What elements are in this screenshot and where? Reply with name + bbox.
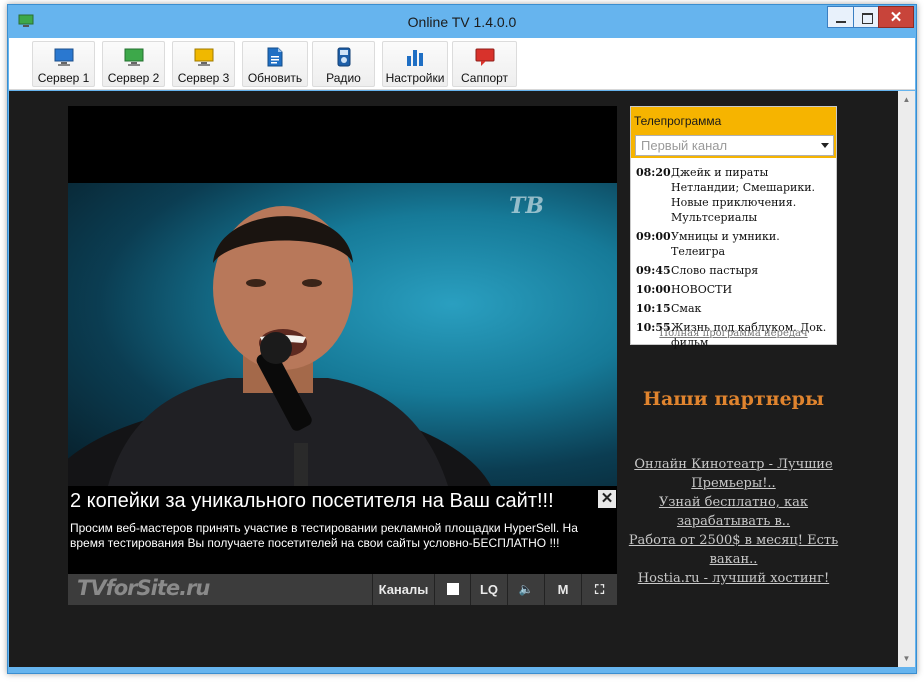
channel-select[interactable]: Первый канал: [635, 135, 834, 156]
ad-title[interactable]: 2 копейки за уникального посетителя на В…: [70, 490, 590, 513]
toolbar: Сервер 1 Сервер 2 Сервер 3 Обновить Ради…: [9, 38, 915, 90]
monitor-blue-icon: [54, 48, 73, 66]
video-player[interactable]: ТВ 2 копейки за уникального посетителя н…: [68, 106, 617, 605]
radio-icon: [337, 47, 350, 67]
channel-select-value: Первый канал: [641, 138, 728, 153]
program-time: 09:00: [636, 230, 671, 243]
tv-program-header: Телепрограмма Первый канал: [631, 107, 836, 158]
program-item: 08:20 Джейк и пираты Нетландии; Смешарики…: [636, 165, 832, 225]
server-3-button[interactable]: Сервер 3: [172, 41, 235, 87]
chevron-down-icon: [821, 143, 829, 148]
partner-link[interactable]: Hostia.ru - лучший хостинг!: [626, 569, 841, 588]
scroll-down-icon[interactable]: ▼: [898, 650, 915, 667]
bar-chart-icon: [407, 50, 423, 66]
program-title: Джейк и пираты Нетландии; Смешарики. Нов…: [671, 166, 816, 224]
program-title: Умницы и умники. Телеигра: [671, 230, 780, 258]
server-1-label: Сервер 1: [37, 71, 90, 85]
program-item: 10:15 Смак: [636, 301, 832, 316]
server-2-button[interactable]: Сервер 2: [102, 41, 165, 87]
program-item: 09:45 Слово пастыря: [636, 263, 832, 278]
monitor-yellow-icon: [194, 48, 213, 66]
monitor-green-icon: [124, 48, 143, 66]
maximize-button[interactable]: [853, 6, 879, 28]
stop-icon: [446, 583, 459, 596]
program-title: Смак: [671, 302, 702, 315]
partner-link[interactable]: Узнай бесплатно, как зарабатывать в..: [626, 493, 841, 531]
channel-logo: ТВ: [509, 193, 544, 219]
program-time: 10:15: [636, 302, 671, 315]
settings-label: Настройки: [385, 71, 445, 85]
partners-title: Наши партнеры: [643, 388, 824, 410]
support-label: Саппорт: [460, 71, 509, 85]
server-2-label: Сервер 2: [107, 71, 160, 85]
vertical-scrollbar[interactable]: ▲ ▼: [898, 91, 915, 667]
singer-video-image: [68, 206, 491, 486]
ad-description[interactable]: Просим веб-мастеров принять участие в те…: [70, 521, 600, 551]
program-item: 10:00 НОВОСТИ: [636, 282, 832, 297]
video-frame[interactable]: ТВ: [68, 183, 617, 486]
program-time: 10:00: [636, 283, 671, 296]
tv-program-list: 08:20 Джейк и пираты Нетландии; Смешарики…: [636, 165, 832, 354]
channels-button[interactable]: Каналы: [372, 574, 434, 605]
program-title: НОВОСТИ: [671, 283, 733, 296]
server-3-label: Сервер 3: [177, 71, 230, 85]
tv-program-title: Телепрограмма: [634, 114, 722, 128]
mute-button[interactable]: M: [544, 574, 581, 605]
program-item: 09:00 Умницы и умники. Телеигра: [636, 229, 832, 259]
stop-button[interactable]: [434, 574, 470, 605]
partner-link[interactable]: Работа от 2500$ в месяц! Есть вакан..: [626, 531, 841, 569]
refresh-button[interactable]: Обновить: [242, 41, 308, 87]
player-control-bar: TVforSite.ru Каналы LQ 🔈 M ⛶: [68, 574, 617, 605]
window-title: Online TV 1.4.0.0: [407, 14, 517, 30]
scroll-up-icon[interactable]: ▲: [898, 91, 915, 108]
partners-links: Онлайн Кинотеатр - Лучшие Премьеры!.. Уз…: [626, 455, 841, 588]
app-window: Online TV 1.4.0.0 ✕ Сервер 1 Сервер 2 Се…: [7, 4, 917, 674]
quality-button[interactable]: LQ: [470, 574, 507, 605]
close-button[interactable]: ✕: [878, 6, 914, 28]
full-program-link[interactable]: Полная программа передач: [631, 328, 836, 339]
radio-label: Радио: [326, 71, 361, 85]
refresh-label: Обновить: [247, 71, 303, 85]
ad-close-icon[interactable]: ✕: [598, 490, 616, 508]
tv-program-widget: Телепрограмма Первый канал 08:20 Джейк и …: [630, 106, 837, 349]
fullscreen-icon[interactable]: ⛶: [581, 574, 617, 605]
content-area: ТВ 2 копейки за уникального посетителя н…: [9, 91, 915, 667]
chat-bubble-icon: [475, 48, 494, 66]
title-bar[interactable]: Online TV 1.4.0.0 ✕: [8, 5, 916, 41]
settings-button[interactable]: Настройки: [382, 41, 448, 87]
program-time: 08:20: [636, 166, 671, 179]
program-time: 09:45: [636, 264, 671, 277]
volume-icon[interactable]: 🔈: [507, 574, 544, 605]
server-1-button[interactable]: Сервер 1: [32, 41, 95, 87]
partner-link[interactable]: Онлайн Кинотеатр - Лучшие Премьеры!..: [626, 455, 841, 493]
brand-logo[interactable]: TVforSite.ru: [77, 576, 210, 600]
close-icon: ✕: [889, 9, 903, 26]
radio-button[interactable]: Радио: [312, 41, 375, 87]
program-title: Слово пастыря: [671, 264, 759, 277]
document-icon: [267, 47, 283, 67]
support-button[interactable]: Саппорт: [452, 41, 517, 87]
minimize-button[interactable]: [827, 6, 854, 28]
